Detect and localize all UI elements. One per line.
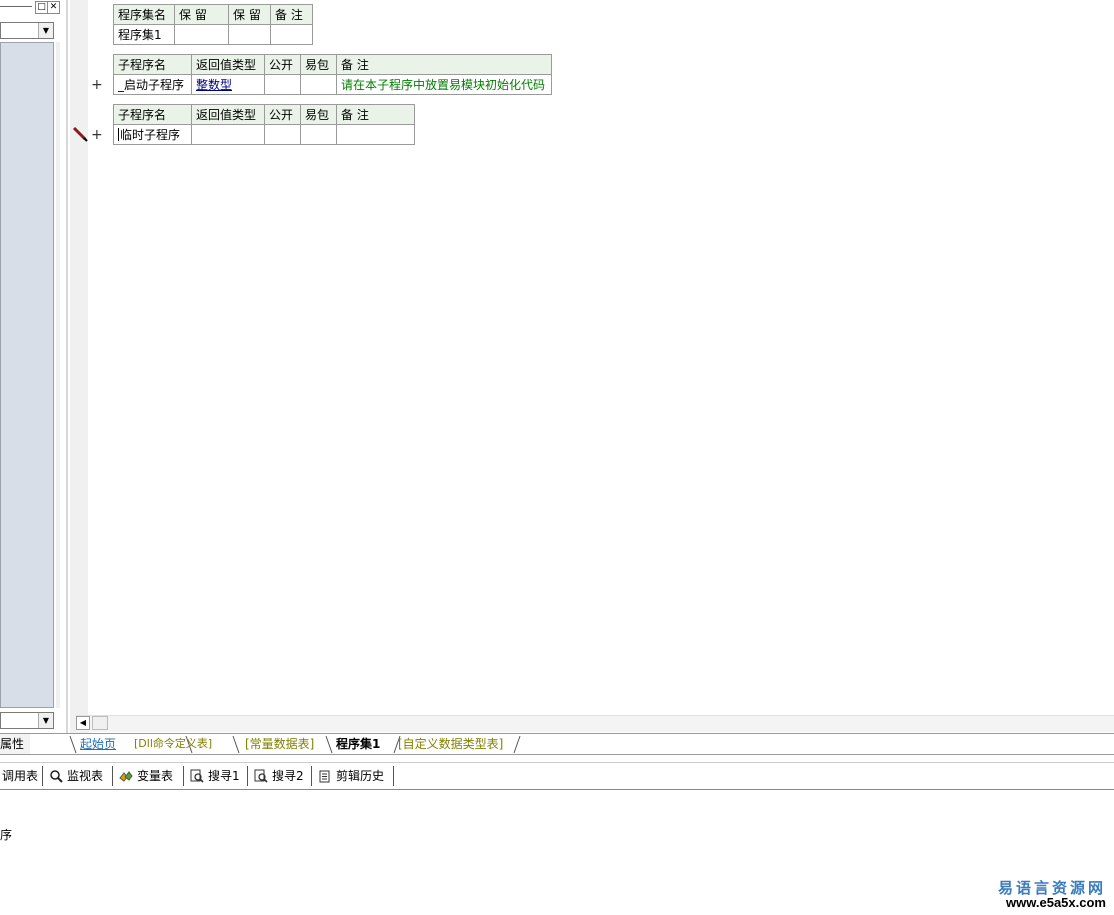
expand-plus-icon[interactable]: + <box>91 128 103 142</box>
toolbar-separator <box>183 766 184 786</box>
header-easy-pkg: 易包 <box>300 104 337 125</box>
watch-table-button[interactable]: 监视表 <box>49 768 103 784</box>
variable-table-button[interactable]: 变量表 <box>119 768 173 784</box>
property-dropdown[interactable]: ▼ <box>0 712 54 729</box>
clip-history-label: 剪辑历史 <box>336 769 385 783</box>
toolbar-separator <box>247 766 248 786</box>
scrollbar-thumb[interactable] <box>92 716 108 730</box>
clip-history-button[interactable]: 剪辑历史 <box>318 768 384 784</box>
variable-icon <box>119 771 133 782</box>
public-cell[interactable] <box>264 74 301 95</box>
header-sub-name: 子程序名 <box>113 104 192 125</box>
edit-pen-icon <box>72 126 88 145</box>
return-type-cell[interactable]: 整数型 <box>191 74 265 95</box>
watch-table-label: 监视表 <box>67 769 104 783</box>
tab-start-page[interactable]: 起始页 <box>80 736 116 752</box>
left-panel-titlebar: □ ✕ <box>0 0 60 14</box>
header-public: 公开 <box>264 104 301 125</box>
scroll-left-arrow-icon[interactable]: ◀ <box>76 716 90 730</box>
header-public: 公开 <box>264 54 301 75</box>
chevron-down-icon[interactable]: ▼ <box>38 23 53 38</box>
expand-plus-icon[interactable]: + <box>91 78 103 92</box>
assembly-table[interactable]: 程序集名 保 留 保 留 备 注 程序集1 <box>113 4 313 45</box>
call-table-button[interactable]: 调用表 <box>2 768 38 784</box>
magnifier-icon <box>50 770 63 783</box>
object-selector-dropdown[interactable]: ▼ <box>0 22 54 39</box>
return-type-cell[interactable] <box>191 124 265 145</box>
titlebar-grip <box>0 6 32 7</box>
tab-strip-filler <box>30 734 66 754</box>
header-remark: 备 注 <box>336 104 415 125</box>
reserved-cell-1[interactable] <box>174 24 229 45</box>
tab-constants[interactable]: [常量数据表] <box>245 736 314 752</box>
toolbar-separator <box>42 766 43 786</box>
search1-button[interactable]: 搜寻1 <box>190 768 240 784</box>
output-text-line: 序 <box>0 828 13 842</box>
find-document-icon <box>254 769 268 783</box>
subroutine-table-startup[interactable]: 子程序名 返回值类型 公开 易包 备 注 _启动子程序 整数型 请在本子程序中放… <box>113 54 552 95</box>
header-reserved-2: 保 留 <box>228 4 271 25</box>
toolbar-separator <box>112 766 113 786</box>
header-reserved-1: 保 留 <box>174 4 229 25</box>
tab-assembly-1[interactable]: 程序集1 <box>336 736 380 752</box>
tab-properties[interactable]: 属性 <box>0 734 31 754</box>
header-easy-pkg: 易包 <box>300 54 337 75</box>
header-return-type: 返回值类型 <box>191 54 265 75</box>
find-document-icon <box>190 769 204 783</box>
editor-gutter <box>70 0 88 733</box>
property-list-scrollbar[interactable] <box>56 42 60 708</box>
call-table-label: 调用表 <box>2 769 39 783</box>
toolbar-separator <box>311 766 312 786</box>
sub-name-cell[interactable]: 临时子程序 <box>113 124 192 145</box>
remark-cell[interactable] <box>270 24 313 45</box>
remark-cell[interactable]: 请在本子程序中放置易模块初始化代码 <box>336 74 552 95</box>
public-cell[interactable] <box>264 124 301 145</box>
return-type-link[interactable]: 整数型 <box>196 78 232 92</box>
search1-label: 搜寻1 <box>208 769 240 783</box>
easy-pkg-cell[interactable] <box>300 124 337 145</box>
chevron-down-icon[interactable]: ▼ <box>38 713 53 728</box>
header-return-type: 返回值类型 <box>191 104 265 125</box>
search2-label: 搜寻2 <box>272 769 304 783</box>
watermark-url: www.e5a5x.com <box>1006 895 1106 910</box>
variable-table-label: 变量表 <box>137 769 174 783</box>
property-list[interactable] <box>0 42 54 708</box>
clipboard-icon <box>319 770 330 783</box>
header-remark: 备 注 <box>270 4 313 25</box>
remark-cell[interactable] <box>336 124 415 145</box>
header-sub-name: 子程序名 <box>113 54 192 75</box>
easy-pkg-cell[interactable] <box>300 74 337 95</box>
reserved-cell-2[interactable] <box>228 24 271 45</box>
header-remark: 备 注 <box>336 54 552 75</box>
subroutine-table-temp[interactable]: 子程序名 返回值类型 公开 易包 备 注 临时子程序 <box>113 104 415 145</box>
assembly-name-cell[interactable]: 程序集1 <box>113 24 175 45</box>
sub-name-cell[interactable]: _启动子程序 <box>113 74 192 95</box>
toolbar-separator <box>393 766 394 786</box>
horizontal-scrollbar[interactable] <box>76 715 1114 732</box>
gutter-divider <box>66 0 68 733</box>
sub-name-text: 临时子程序 <box>120 128 181 142</box>
text-caret <box>118 128 119 141</box>
header-assembly-name: 程序集名 <box>113 4 175 25</box>
search2-button[interactable]: 搜寻2 <box>254 768 304 784</box>
close-icon[interactable]: ✕ <box>47 1 60 14</box>
tab-custom-types[interactable]: [自定义数据类型表] <box>398 736 503 752</box>
output-panel[interactable] <box>0 791 1114 915</box>
tab-dll-commands[interactable]: [Dll命令定义表] <box>134 736 212 752</box>
